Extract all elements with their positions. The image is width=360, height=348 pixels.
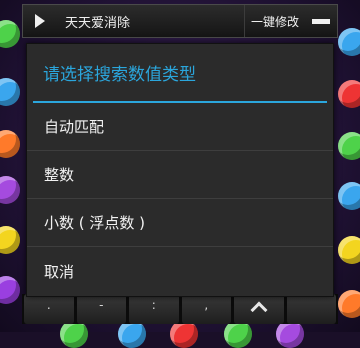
key-caret[interactable] — [234, 294, 284, 324]
game-bubble — [338, 80, 360, 108]
game-bubble — [0, 276, 20, 304]
game-bubble — [338, 132, 360, 160]
game-bubble — [338, 236, 360, 264]
game-bubble — [170, 320, 198, 348]
key-colon[interactable]: : — [129, 294, 179, 324]
keyboard-row: . - : , — [22, 294, 338, 324]
game-bubble — [0, 78, 20, 106]
key-blank[interactable] — [286, 294, 336, 324]
menu-icon — [312, 18, 330, 24]
key-minus[interactable]: - — [76, 294, 126, 324]
game-bubble — [60, 320, 88, 348]
app-title: 天天爱消除 — [65, 15, 131, 31]
game-bubble — [338, 182, 360, 210]
play-button[interactable] — [23, 5, 57, 37]
key-period[interactable]: . — [24, 294, 74, 324]
game-bubble — [276, 320, 304, 348]
key-comma[interactable]: , — [181, 294, 231, 324]
game-bubble — [0, 226, 20, 254]
game-bubble — [118, 320, 146, 348]
option-cancel[interactable]: 取消 — [27, 247, 333, 295]
game-bubble — [338, 28, 360, 56]
caret-up-icon — [250, 301, 268, 319]
top-toolbar: 天天爱消除 一键修改 — [22, 4, 338, 38]
option-integer[interactable]: 整数 — [27, 151, 333, 199]
game-bubble — [0, 20, 20, 48]
play-icon — [35, 14, 45, 28]
search-type-dialog: 请选择搜索数值类型 自动匹配 整数 小数 ( 浮点数 ) 取消 — [26, 43, 334, 297]
dialog-title: 请选择搜索数值类型 — [43, 65, 196, 85]
option-auto-match[interactable]: 自动匹配 — [27, 103, 333, 151]
one-click-modify-button[interactable]: 一键修改 — [243, 5, 305, 37]
game-bubble — [338, 290, 360, 318]
menu-button[interactable] — [305, 5, 337, 37]
option-decimal[interactable]: 小数 ( 浮点数 ) — [27, 199, 333, 247]
game-bubble — [224, 320, 252, 348]
game-bubble — [0, 176, 20, 204]
game-bubble — [0, 130, 20, 158]
